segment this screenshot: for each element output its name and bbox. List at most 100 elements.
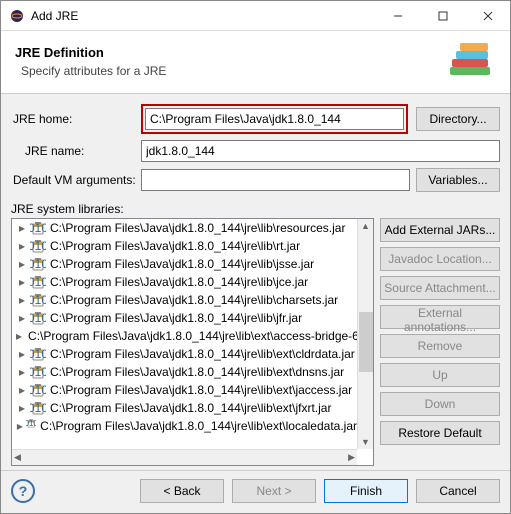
jar-icon: 010	[30, 274, 46, 290]
window-title: Add JRE	[31, 9, 375, 23]
source-attachment-button[interactable]: Source Attachment...	[380, 276, 500, 300]
tree-row[interactable]: ▸010 C:\Program Files\Java\jdk1.8.0_144\j…	[12, 345, 357, 363]
jre-name-input[interactable]	[141, 140, 500, 162]
restore-default-button[interactable]: Restore Default	[380, 421, 500, 445]
svg-text:010: 010	[30, 275, 46, 289]
jre-home-label: JRE home:	[11, 112, 141, 126]
jar-path: C:\Program Files\Java\jdk1.8.0_144\jre\l…	[50, 401, 331, 415]
vm-args-input[interactable]	[141, 169, 410, 191]
jar-path: C:\Program Files\Java\jdk1.8.0_144\jre\l…	[50, 257, 314, 271]
tree-row[interactable]: ▸010 C:\Program Files\Java\jdk1.8.0_144\j…	[12, 237, 357, 255]
jar-path: C:\Program Files\Java\jdk1.8.0_144\jre\l…	[50, 365, 344, 379]
scroll-left-icon[interactable]: ◀	[12, 450, 23, 465]
chevron-right-icon[interactable]: ▸	[16, 239, 28, 253]
jar-icon: 010	[30, 256, 46, 272]
jar-icon: 010	[30, 238, 46, 254]
remove-button[interactable]: Remove	[380, 334, 500, 358]
titlebar: Add JRE	[1, 1, 510, 31]
libraries-label: JRE system libraries:	[11, 202, 500, 216]
minimize-button[interactable]	[375, 1, 420, 31]
chevron-right-icon[interactable]: ▸	[16, 347, 28, 361]
chevron-right-icon[interactable]: ▸	[16, 221, 28, 235]
jre-home-input[interactable]	[145, 108, 404, 130]
help-icon[interactable]: ?	[11, 479, 35, 503]
tree-row[interactable]: ▸010 C:\Program Files\Java\jdk1.8.0_144\j…	[12, 255, 357, 273]
svg-text:010: 010	[30, 221, 46, 235]
books-icon	[448, 41, 496, 81]
back-button[interactable]: < Back	[140, 479, 224, 503]
jar-path: C:\Program Files\Java\jdk1.8.0_144\jre\l…	[50, 239, 300, 253]
svg-text:010: 010	[30, 257, 46, 271]
tree-row[interactable]: ▸010 C:\Program Files\Java\jdk1.8.0_144\j…	[12, 291, 357, 309]
tree-row[interactable]: ▸010C:\Program Files\Java\jdk1.8.0_144\j…	[12, 327, 357, 345]
maximize-button[interactable]	[420, 1, 465, 31]
chevron-right-icon[interactable]: ▸	[16, 329, 22, 343]
chevron-right-icon[interactable]: ▸	[16, 293, 28, 307]
down-button[interactable]: Down	[380, 392, 500, 416]
jar-path: C:\Program Files\Java\jdk1.8.0_144\jre\l…	[50, 293, 338, 307]
javadoc-location-button[interactable]: Javadoc Location...	[380, 247, 500, 271]
horizontal-scrollbar[interactable]: ◀ ▶	[12, 449, 357, 465]
jar-path: C:\Program Files\Java\jdk1.8.0_144\jre\l…	[50, 221, 345, 235]
vm-args-label: Default VM arguments:	[11, 173, 141, 187]
jar-path: C:\Program Files\Java\jdk1.8.0_144\jre\l…	[40, 419, 357, 433]
tree-row[interactable]: ▸010 C:\Program Files\Java\jdk1.8.0_144\j…	[12, 309, 357, 327]
jar-icon: 010	[30, 310, 46, 326]
jre-name-label: JRE name:	[11, 144, 141, 158]
finish-button[interactable]: Finish	[324, 479, 408, 503]
jar-icon: 010	[30, 364, 46, 380]
vertical-scrollbar[interactable]: ▲ ▼	[357, 219, 373, 449]
svg-text:010: 010	[30, 311, 46, 325]
jar-path: C:\Program Files\Java\jdk1.8.0_144\jre\l…	[50, 275, 308, 289]
directory-button[interactable]: Directory...	[416, 107, 500, 131]
scroll-up-icon[interactable]: ▲	[359, 219, 372, 233]
banner-subtext: Specify attributes for a JRE	[15, 64, 448, 78]
jar-icon: 010	[30, 382, 46, 398]
jar-icon: 010	[30, 400, 46, 416]
svg-text:010: 010	[30, 383, 46, 397]
scroll-thumb[interactable]	[359, 312, 373, 372]
close-button[interactable]	[465, 1, 510, 31]
svg-text:010: 010	[30, 293, 46, 307]
chevron-right-icon[interactable]: ▸	[16, 419, 24, 433]
up-button[interactable]: Up	[380, 363, 500, 387]
chevron-right-icon[interactable]: ▸	[16, 257, 28, 271]
jar-icon: 010	[30, 346, 46, 362]
jar-path: C:\Program Files\Java\jdk1.8.0_144\jre\l…	[50, 383, 352, 397]
external-annotations-button[interactable]: External annotations...	[380, 305, 500, 329]
cancel-button[interactable]: Cancel	[416, 479, 500, 503]
libraries-tree[interactable]: ▸010C:\Program Files\Java\jdk1.8.0_144\j…	[11, 218, 374, 466]
eclipse-icon	[9, 8, 25, 24]
banner: JRE Definition Specify attributes for a …	[1, 31, 510, 94]
jar-path: C:\Program Files\Java\jdk1.8.0_144\jre\l…	[50, 347, 355, 361]
banner-heading: JRE Definition	[15, 45, 448, 60]
chevron-right-icon[interactable]: ▸	[16, 401, 28, 415]
chevron-right-icon[interactable]: ▸	[16, 383, 28, 397]
variables-button[interactable]: Variables...	[416, 168, 500, 192]
svg-text:010: 010	[26, 419, 36, 428]
jar-path: C:\Program Files\Java\jdk1.8.0_144\jre\l…	[28, 329, 357, 343]
scroll-right-icon[interactable]: ▶	[346, 450, 357, 465]
tree-row[interactable]: ▸010 C:\Program Files\Java\jdk1.8.0_144\j…	[12, 417, 357, 435]
svg-text:010: 010	[30, 365, 46, 379]
chevron-right-icon[interactable]: ▸	[16, 275, 28, 289]
jar-icon: 010	[30, 292, 46, 308]
svg-text:010: 010	[30, 239, 46, 253]
chevron-right-icon[interactable]: ▸	[16, 311, 28, 325]
tree-row[interactable]: ▸010 C:\Program Files\Java\jdk1.8.0_144\j…	[12, 399, 357, 417]
next-button[interactable]: Next >	[232, 479, 316, 503]
tree-row[interactable]: ▸010 C:\Program Files\Java\jdk1.8.0_144\j…	[12, 363, 357, 381]
jar-icon: 010	[26, 418, 36, 434]
scroll-down-icon[interactable]: ▼	[359, 435, 372, 449]
tree-row[interactable]: ▸010 C:\Program Files\Java\jdk1.8.0_144\j…	[12, 273, 357, 291]
jar-path: C:\Program Files\Java\jdk1.8.0_144\jre\l…	[50, 311, 302, 325]
chevron-right-icon[interactable]: ▸	[16, 365, 28, 379]
tree-row[interactable]: ▸010 C:\Program Files\Java\jdk1.8.0_144\j…	[12, 381, 357, 399]
bottombar: ? < Back Next > Finish Cancel	[1, 470, 510, 513]
tree-row[interactable]: ▸010 C:\Program Files\Java\jdk1.8.0_144\j…	[12, 219, 357, 237]
svg-text:010: 010	[30, 401, 46, 415]
jre-home-highlight	[141, 104, 408, 134]
jar-icon: 010	[30, 220, 46, 236]
add-external-jars-button[interactable]: Add External JARs...	[380, 218, 500, 242]
svg-text:010: 010	[30, 347, 46, 361]
